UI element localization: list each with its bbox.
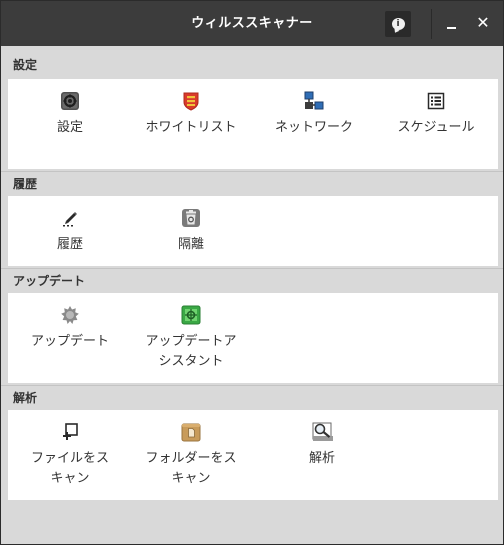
update-button[interactable]: アップデート [8,305,132,352]
panel-update: アップデート アップデートア シスタント [8,293,498,383]
whitelist-button[interactable]: ホワイトリスト [129,91,253,138]
close-icon: ✕ [476,13,490,32]
analysis-button[interactable]: 解析 [260,422,384,469]
update-assistant-label: アップデートア シスタント [145,334,237,369]
settings-gear-icon [60,91,80,111]
scan-file-label: ファイルをス キャン [30,451,109,486]
settings-button[interactable]: 設定 [8,91,132,138]
history-label: 履歴 [56,237,83,252]
minimize-button[interactable] [442,14,462,34]
scan-folder-label: フォルダーをス キャン [145,451,237,486]
about-button[interactable]: i [385,11,411,37]
quarantine-label: 隔離 [177,237,204,252]
network-label: ネットワーク [274,120,353,135]
title-bar: ウィルススキャナー i ✕ [1,1,503,46]
scan-file-button[interactable]: ファイルをス キャン [8,422,132,489]
schedule-label: スケジュール [397,120,475,135]
info-bubble-icon: i [391,18,405,30]
scan-folder-icon [181,422,201,442]
whitelist-shield-icon [181,91,201,111]
update-assistant-button[interactable]: アップデートア シスタント [129,305,253,372]
panel-analysis: ファイルをス キャン フォルダーをス キャン 解析 [8,410,498,500]
update-burst-icon [60,305,80,325]
quarantine-button[interactable]: 隔離 [129,208,253,255]
panel-settings: 設定 ホワイトリスト ネットワーク スケジュール [8,79,498,169]
settings-label: 設定 [56,120,83,135]
update-assistant-icon [181,305,201,325]
section-header-analysis: 解析 [13,391,38,405]
panel-history: 履歴 隔離 [8,196,498,266]
history-pen-icon [60,208,80,228]
analysis-label: 解析 [308,451,335,466]
scan-file-icon [60,422,80,442]
whitelist-label: ホワイトリスト [145,120,237,135]
scan-folder-button[interactable]: フォルダーをス キャン [129,422,253,489]
section-header-update: アップデート [13,274,86,288]
schedule-button[interactable]: スケジュール [374,91,498,138]
section-divider [1,268,503,269]
section-header-settings: 設定 [13,58,38,72]
section-divider [1,385,503,386]
section-header-history: 履歴 [13,177,38,191]
titlebar-separator [431,9,432,39]
network-icon [304,91,324,111]
network-button[interactable]: ネットワーク [252,91,376,138]
close-button[interactable]: ✕ [473,13,493,33]
quarantine-trash-icon [181,208,201,228]
schedule-list-icon [426,91,446,111]
analysis-magnifier-icon [312,422,333,442]
window-title: ウィルススキャナー [191,16,313,31]
history-button[interactable]: 履歴 [8,208,132,255]
virus-scanner-window: ウィルススキャナー i ✕ 設定 設定 ホワイトリスト ネットワーク スケジュー… [0,0,504,545]
update-label: アップデート [30,334,109,349]
section-divider [1,171,503,172]
